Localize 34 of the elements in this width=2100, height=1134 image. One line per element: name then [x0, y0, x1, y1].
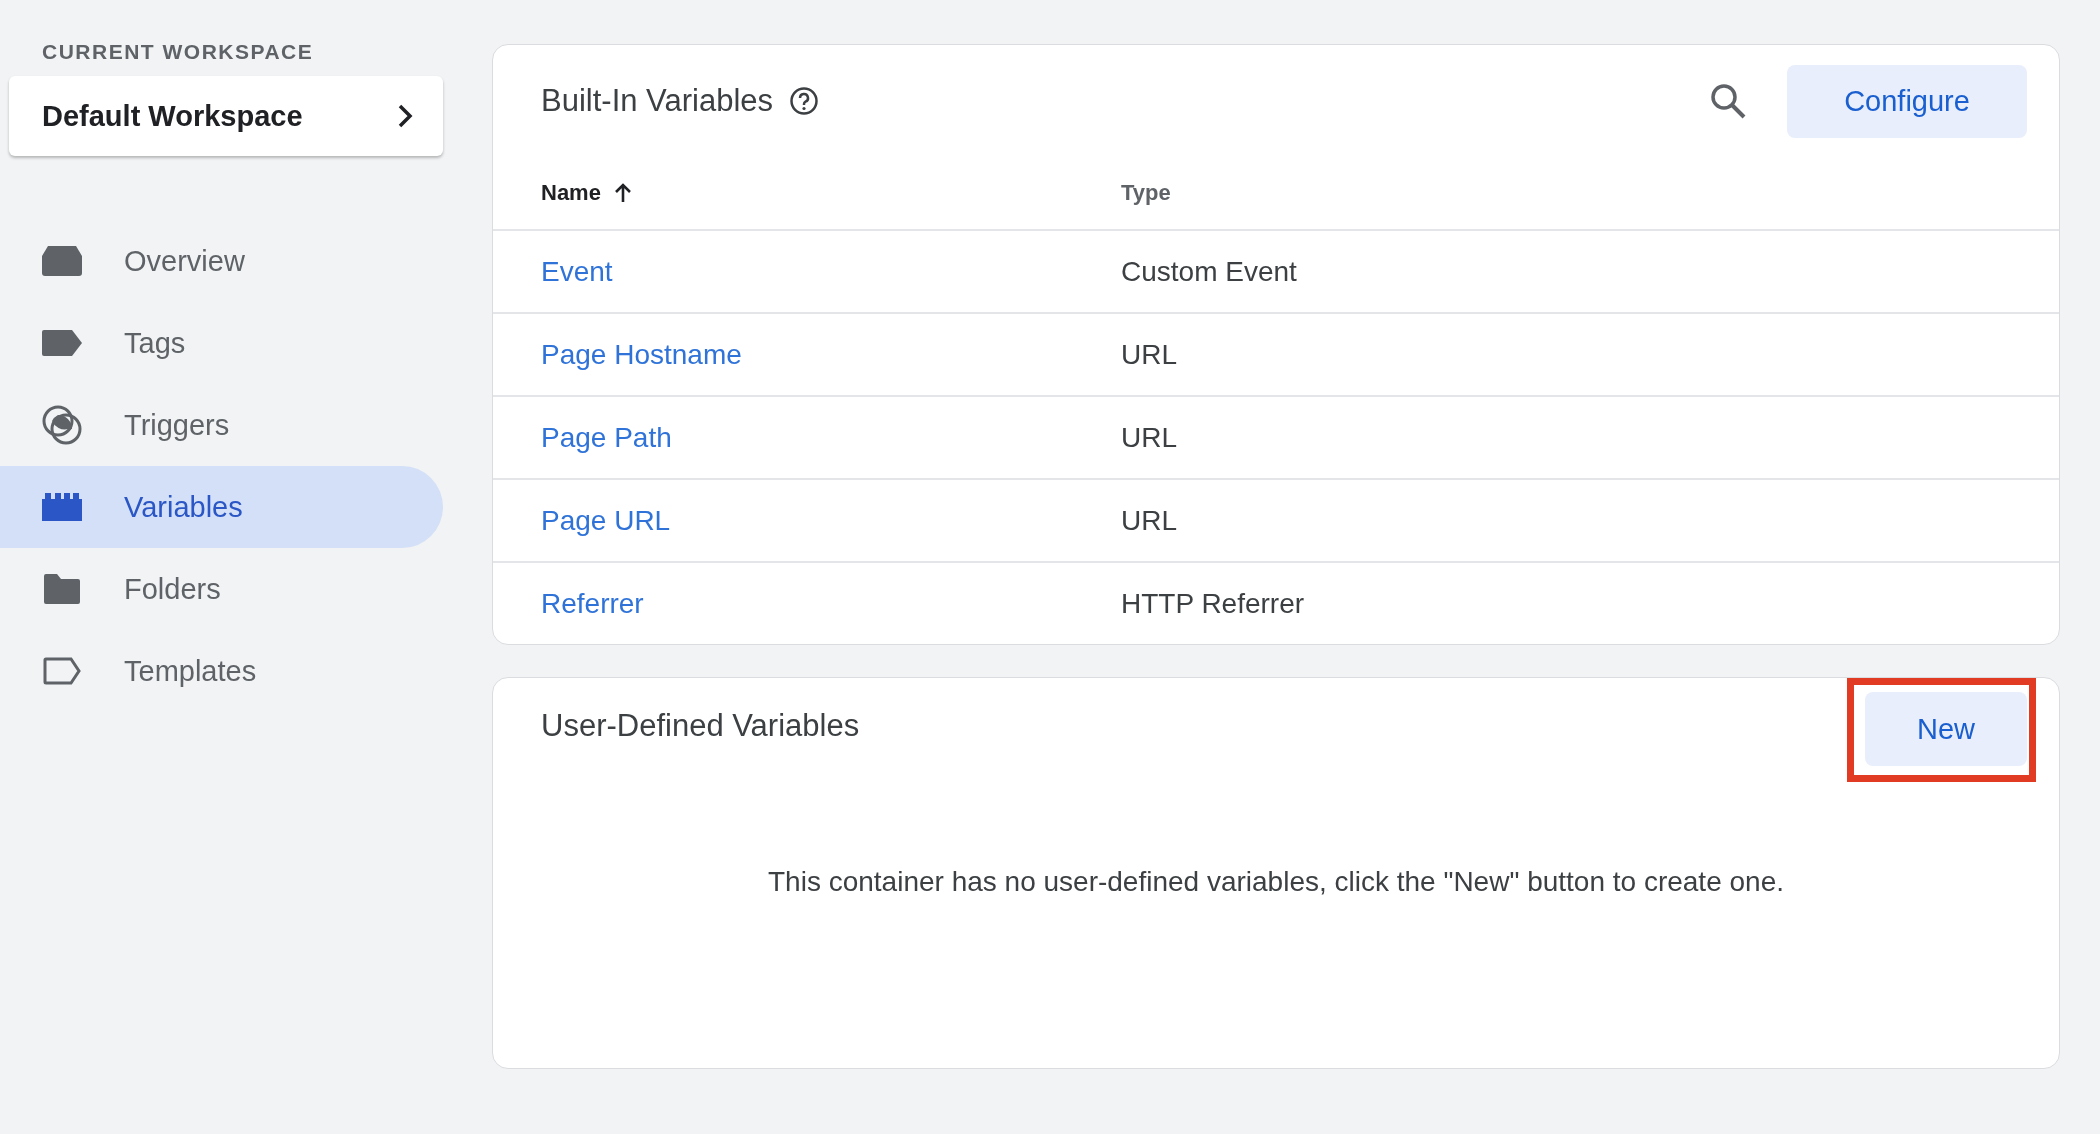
nav-item[interactable]: Templates — [0, 630, 443, 712]
variable-link[interactable]: Page Path — [541, 421, 672, 453]
variable-link[interactable]: Referrer — [541, 587, 644, 619]
variable-link[interactable]: Event — [541, 255, 613, 287]
workspace-selector[interactable]: Default Workspace — [9, 76, 443, 156]
nav-item[interactable]: Variables — [0, 466, 443, 548]
empty-state-message: This container has no user-defined variables, click the "New" button to create one. — [768, 866, 1784, 898]
table-cell: URL — [1121, 421, 1177, 453]
nav-item[interactable]: Tags — [0, 302, 443, 384]
search-icon[interactable] — [1709, 82, 1747, 120]
table-cell: Custom Event — [1121, 255, 1297, 287]
table-cell: URL — [1121, 338, 1177, 370]
blocks-icon — [42, 493, 82, 521]
card-title: Built-In Variables — [541, 83, 774, 119]
nav-item[interactable]: Overview — [0, 220, 443, 302]
inbox-icon — [42, 246, 82, 276]
folder-icon — [44, 574, 80, 604]
column-header[interactable]: Name — [541, 180, 633, 206]
tag-icon — [42, 330, 82, 356]
tag-outline-icon — [43, 657, 81, 685]
column-header: Type — [1121, 180, 1171, 205]
overlapping-circles-icon — [42, 405, 82, 445]
table-cell: URL — [1121, 504, 1177, 536]
nav-item[interactable]: Triggers — [0, 384, 443, 466]
section-label: CURRENT WORKSPACE — [42, 40, 314, 64]
card-title: User-Defined Variables — [541, 708, 860, 744]
variable-link[interactable]: Page Hostname — [541, 338, 742, 370]
table-cell: HTTP Referrer — [1121, 587, 1305, 619]
configure-button[interactable]: Configure — [1787, 64, 2027, 138]
variable-link[interactable]: Page URL — [541, 504, 671, 536]
chevron-right-icon — [397, 104, 413, 128]
new-button[interactable]: New — [1865, 692, 2027, 766]
nav-item[interactable]: Folders — [0, 548, 443, 630]
help-icon[interactable] — [789, 86, 820, 116]
